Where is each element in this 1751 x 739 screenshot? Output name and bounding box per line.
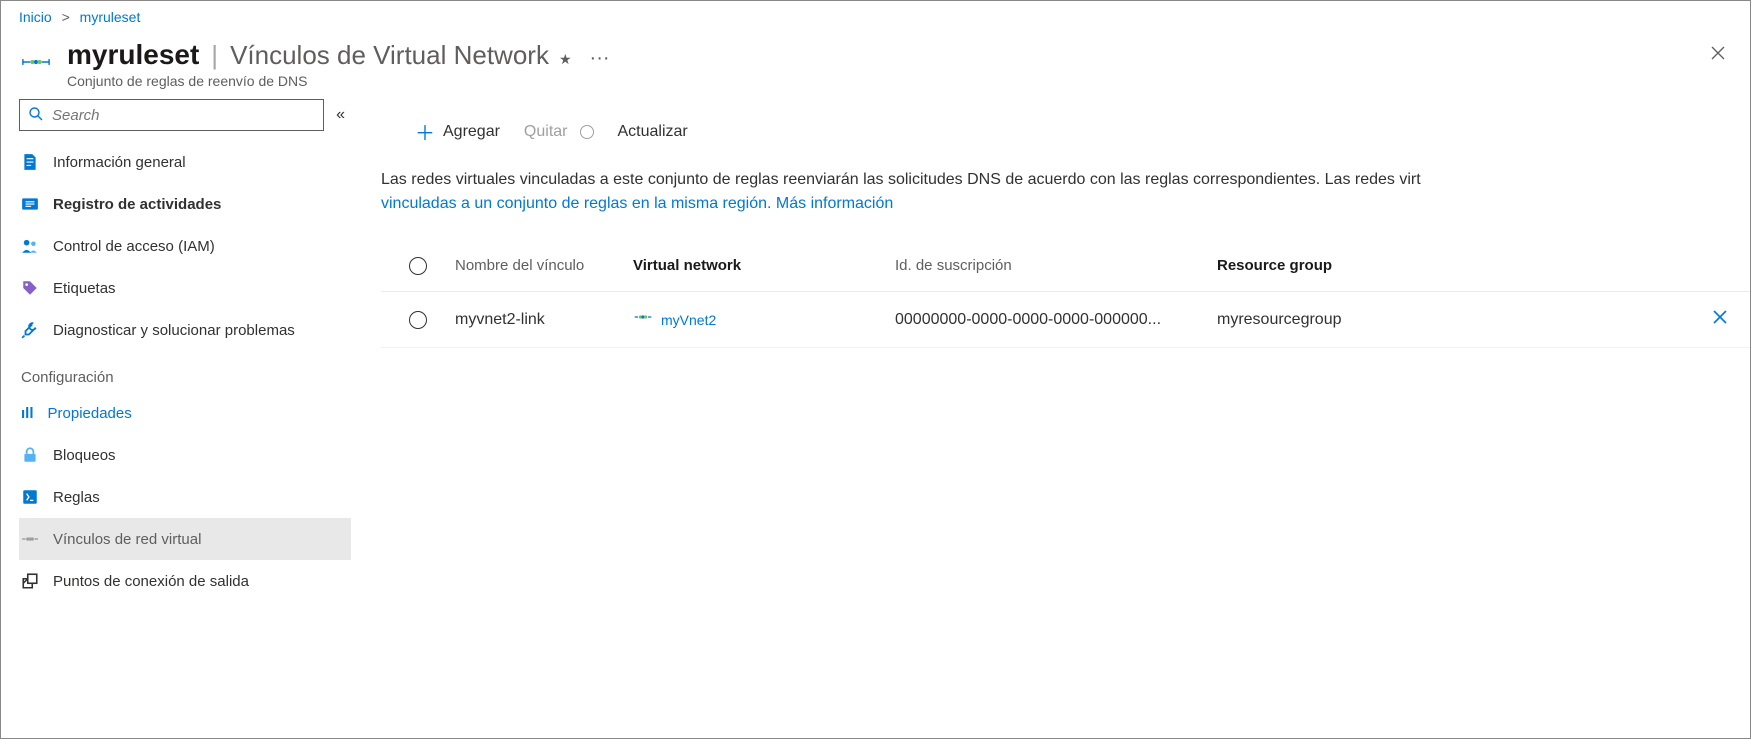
sidebar-item-locks[interactable]: Bloqueos [19, 434, 351, 476]
toolbar: ＋ Agregar Quitar Actualizar [381, 99, 1750, 168]
favorite-star-icon[interactable]: ★ [559, 51, 572, 68]
sidebar-item-label: Control de acceso (IAM) [53, 238, 215, 255]
plus-icon: ＋ [415, 117, 435, 146]
sidebar-item-label: Propiedades [48, 405, 132, 422]
sidebar-item-label: Bloqueos [53, 447, 116, 464]
properties-icon: ıll [21, 405, 34, 422]
sidebar-section-label: Configuración [19, 351, 351, 392]
sidebar-item-label: Etiquetas [53, 280, 116, 297]
main-content: ＋ Agregar Quitar Actualizar Las redes vi… [351, 99, 1750, 726]
sidebar-item-label: Registro de actividades [53, 196, 221, 213]
sidebar-item-rules[interactable]: Reglas [19, 476, 351, 518]
page-header: myruleset | Vínculos de Virtual Network … [1, 25, 1750, 99]
add-button[interactable]: ＋ Agregar [415, 117, 500, 146]
breadcrumb-current[interactable]: myruleset [80, 9, 141, 25]
sidebar-item-label: Puntos de conexión de salida [53, 573, 249, 590]
search-input[interactable] [52, 107, 315, 124]
page-title: myruleset [67, 39, 199, 71]
col-header-subscription[interactable]: Id. de suscripción [895, 257, 1217, 274]
tag-icon [21, 279, 39, 297]
sidebar-item-tags[interactable]: Etiquetas [19, 267, 351, 309]
cell-resource-group: myresourcegroup [1217, 311, 1690, 329]
col-header-resource-group[interactable]: Resource group [1217, 257, 1690, 274]
table-row[interactable]: myvnet2-link myVnet2 00000000-0000-0000-… [381, 292, 1750, 348]
breadcrumb: Inicio > myruleset [1, 1, 1750, 25]
activity-log-icon [21, 195, 39, 213]
remove-circle-icon [580, 125, 594, 139]
search-icon [28, 106, 44, 125]
sidebar-item-overview[interactable]: Información general [19, 141, 351, 183]
sidebar-search[interactable] [19, 99, 324, 131]
refresh-button[interactable]: Actualizar [618, 123, 688, 141]
title-separator: | [211, 40, 218, 71]
page-section: Vínculos de Virtual Network [230, 40, 549, 71]
sidebar-item-diagnose[interactable]: Diagnosticar y solucionar problemas [19, 309, 351, 351]
sidebar-item-activity-log[interactable]: Registro de actividades [19, 183, 351, 225]
vnet-icon [633, 310, 653, 329]
select-all-checkbox[interactable] [409, 257, 427, 275]
sidebar-item-label: Reglas [53, 489, 100, 506]
sidebar: « Información general Registro de activi… [1, 99, 351, 726]
ruleset-icon [19, 45, 53, 79]
sidebar-item-properties[interactable]: ıll Propiedades [19, 392, 351, 434]
vnet-links-table: Nombre del vínculo Virtual network Id. d… [381, 240, 1750, 348]
sidebar-item-label: Vínculos de red virtual [53, 531, 201, 548]
cell-link-name: myvnet2-link [455, 311, 633, 329]
col-header-link-name[interactable]: Nombre del vínculo [455, 257, 633, 274]
outbound-icon [21, 572, 39, 590]
description-text: Las redes virtuales vinculadas a este co… [381, 168, 1750, 216]
cell-subscription: 00000000-0000-0000-0000-000000... [895, 311, 1217, 329]
close-button[interactable] [1704, 39, 1732, 72]
sidebar-item-vnet-links[interactable]: Vínculos de red virtual [19, 518, 351, 560]
document-icon [21, 153, 39, 171]
page-subtitle: Conjunto de reglas de reenvío de DNS [67, 73, 1704, 89]
vnet-link[interactable]: myVnet2 [661, 312, 716, 328]
table-header: Nombre del vínculo Virtual network Id. d… [381, 240, 1750, 292]
row-select-checkbox[interactable] [409, 311, 427, 329]
lock-icon [21, 446, 39, 464]
sidebar-item-label: Diagnosticar y solucionar problemas [53, 322, 295, 339]
people-icon [21, 237, 39, 255]
breadcrumb-home[interactable]: Inicio [19, 9, 52, 25]
sidebar-item-outbound-endpoints[interactable]: Puntos de conexión de salida [19, 560, 351, 602]
breadcrumb-sep-icon: > [62, 9, 70, 25]
more-info-link[interactable]: vinculadas a un conjunto de reglas en la… [381, 195, 893, 212]
collapse-sidebar-button[interactable]: « [334, 104, 347, 126]
sidebar-item-access-control[interactable]: Control de acceso (IAM) [19, 225, 351, 267]
vnet-link-icon [21, 530, 39, 548]
col-header-vnet[interactable]: Virtual network [633, 257, 895, 274]
remove-button: Quitar [524, 123, 594, 141]
wrench-icon [21, 321, 39, 339]
sidebar-item-label: Información general [53, 154, 186, 171]
row-delete-button[interactable] [1712, 309, 1728, 330]
more-actions-button[interactable]: ··· [590, 47, 610, 70]
rules-icon [21, 488, 39, 506]
